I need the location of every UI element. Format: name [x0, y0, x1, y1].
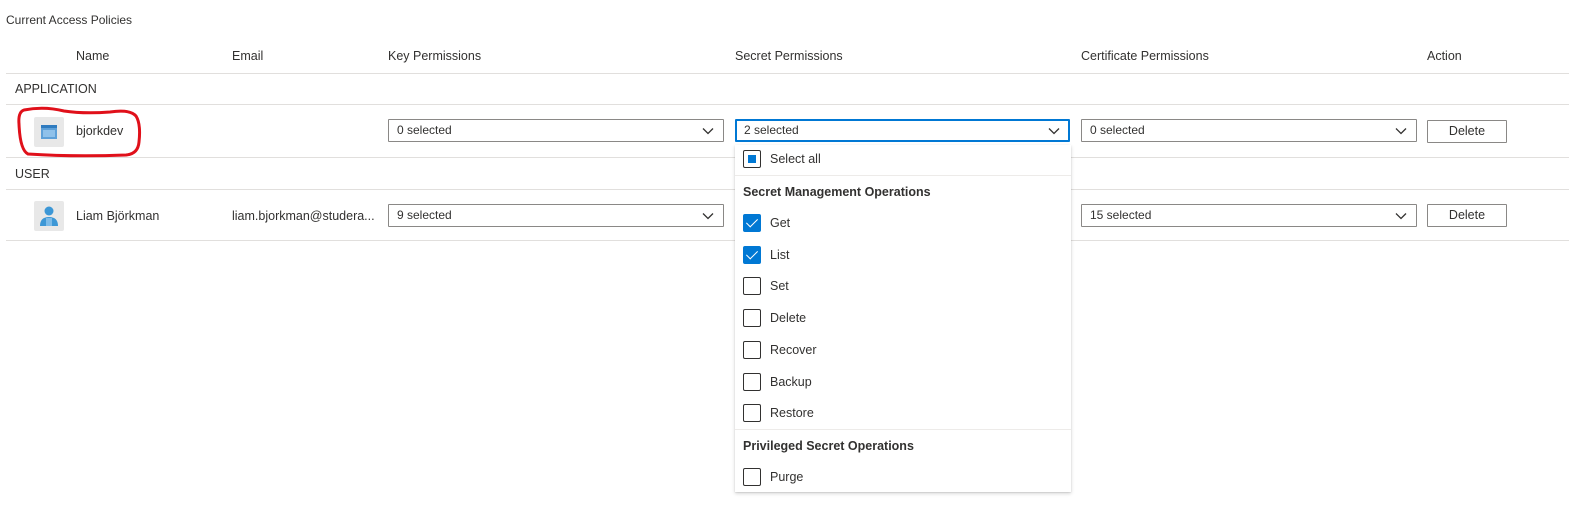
panel-divider: [735, 429, 1071, 430]
column-header-certificate-permissions: Certificate Permissions: [1081, 49, 1209, 63]
key-permissions-dropdown[interactable]: 0 selected: [388, 119, 724, 142]
panel-divider: [735, 175, 1071, 176]
option-list[interactable]: List: [743, 245, 789, 265]
group-divider: [6, 104, 1569, 105]
column-header-key-permissions: Key Permissions: [388, 49, 482, 63]
column-header-action: Action: [1427, 49, 1462, 63]
chevron-down-icon: [1395, 128, 1407, 135]
app-icon: [34, 117, 64, 147]
select-all-option[interactable]: Select all: [743, 149, 821, 169]
row-name[interactable]: Liam Björkman: [76, 209, 159, 223]
chevron-down-icon: [702, 128, 714, 135]
chevron-down-icon: [1395, 213, 1407, 220]
option-get[interactable]: Get: [743, 213, 790, 233]
column-header-email: Email: [232, 49, 264, 63]
chevron-down-icon: [1048, 128, 1060, 135]
option-delete[interactable]: Delete: [743, 308, 806, 328]
option-label: Delete: [770, 311, 807, 325]
header-divider: [6, 73, 1569, 74]
user-icon: [34, 201, 64, 231]
page-title: Current Access Policies: [6, 13, 133, 27]
column-header-secret-permissions: Secret Permissions: [735, 49, 843, 63]
chevron-down-icon: [702, 213, 714, 220]
option-recover[interactable]: Recover: [743, 340, 817, 360]
option-label: Backup: [770, 375, 812, 389]
option-restore[interactable]: Restore: [743, 403, 814, 423]
row-email: liam.bjorkman@studera...: [232, 209, 375, 223]
option-label: Restore: [770, 406, 814, 420]
group-label-application: APPLICATION: [15, 82, 97, 96]
dropdown-value: 0 selected: [1090, 123, 1145, 137]
option-label: Select all: [770, 152, 821, 166]
checkbox[interactable]: [743, 468, 761, 486]
checkbox[interactable]: [743, 246, 761, 264]
select-all-checkbox[interactable]: [743, 150, 761, 168]
row-name[interactable]: bjorkdev: [76, 124, 123, 138]
checkbox[interactable]: [743, 373, 761, 391]
dropdown-value: 9 selected: [397, 208, 452, 222]
secret-permissions-dropdown[interactable]: 2 selected: [735, 119, 1070, 142]
checkbox[interactable]: [743, 214, 761, 232]
section-title: Secret Management Operations: [743, 185, 931, 199]
option-label: Get: [770, 216, 791, 230]
option-label: Recover: [770, 343, 817, 357]
dropdown-value: 15 selected: [1090, 208, 1152, 222]
checkbox[interactable]: [743, 277, 761, 295]
checkbox[interactable]: [743, 309, 761, 327]
secret-permissions-panel: Select all Secret Management Operations …: [735, 145, 1071, 492]
option-label: Set: [770, 279, 789, 293]
option-label: Purge: [770, 470, 804, 484]
key-permissions-dropdown[interactable]: 9 selected: [388, 204, 724, 227]
option-backup[interactable]: Backup: [743, 372, 812, 392]
option-set[interactable]: Set: [743, 276, 789, 296]
dropdown-value: 0 selected: [397, 123, 452, 137]
delete-button[interactable]: Delete: [1427, 204, 1507, 227]
checkbox[interactable]: [743, 404, 761, 422]
checkbox[interactable]: [743, 341, 761, 359]
option-label: List: [770, 248, 790, 262]
certificate-permissions-dropdown[interactable]: 0 selected: [1081, 119, 1417, 142]
option-purge[interactable]: Purge: [743, 467, 803, 487]
group-label-user: USER: [15, 167, 50, 181]
section-title: Privileged Secret Operations: [743, 439, 914, 453]
column-header-name: Name: [76, 49, 110, 63]
delete-button[interactable]: Delete: [1427, 120, 1507, 143]
certificate-permissions-dropdown[interactable]: 15 selected: [1081, 204, 1417, 227]
dropdown-value: 2 selected: [744, 123, 799, 137]
